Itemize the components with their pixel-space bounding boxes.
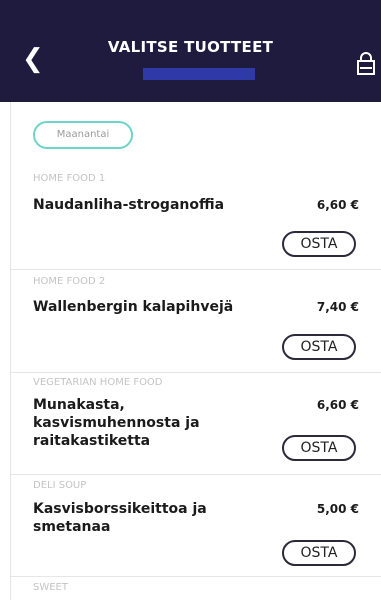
buy-button[interactable]: OSTA (282, 540, 356, 566)
buy-button[interactable]: OSTA (282, 231, 356, 257)
product-list[interactable]: Maanantai HOME FOOD 1 Naudanliha-strogan… (0, 102, 381, 600)
item-name: Kasvisborssikeittoa ja smetanaa (33, 501, 207, 535)
day-filter-chip[interactable]: Maanantai (33, 121, 133, 149)
item-name: Wallenbergin kalapihvejä (33, 299, 234, 315)
page-title: VALITSE TUOTTEET (107, 38, 274, 56)
left-edge-line (10, 102, 11, 600)
buy-button[interactable]: OSTA (282, 435, 356, 461)
divider (11, 372, 381, 373)
item-category: HOME FOOD 2 (33, 276, 106, 287)
item-price: 6,60 € (316, 198, 359, 212)
item-category: HOME FOOD 1 (33, 173, 106, 184)
title-highlight-bar (143, 68, 255, 80)
item-name: Munakasta, kasvismuhennosta ja raitakast… (33, 397, 200, 449)
item-category: DELI SOUP (33, 480, 87, 491)
divider (11, 576, 381, 577)
shopping-bag-icon (357, 52, 375, 75)
item-category: SWEET (33, 582, 68, 593)
cart-button[interactable] (354, 52, 378, 76)
app-header: ❮ VALITSE TUOTTEET (0, 0, 381, 102)
item-price: 5,00 € (316, 502, 359, 516)
item-name: Naudanliha-stroganoffia (33, 197, 225, 213)
divider (11, 474, 381, 475)
buy-button[interactable]: OSTA (282, 334, 356, 360)
item-category: VEGETARIAN HOME FOOD (33, 377, 163, 388)
divider (11, 269, 381, 270)
item-price: 7,40 € (316, 300, 359, 314)
item-price: 6,60 € (316, 398, 359, 412)
